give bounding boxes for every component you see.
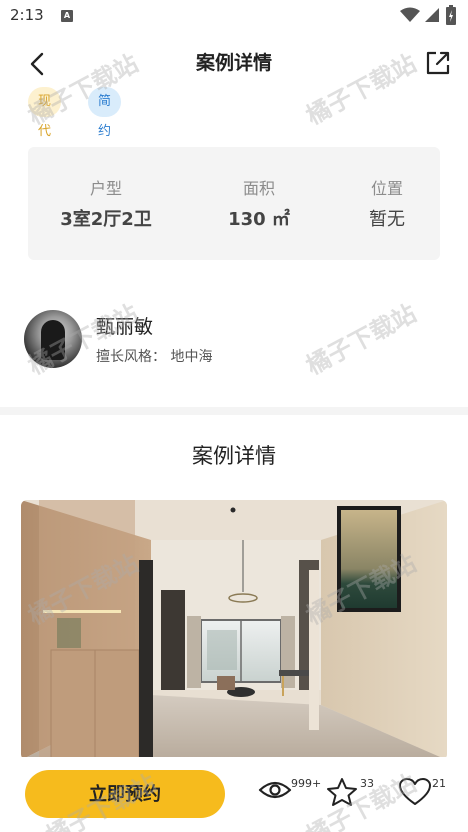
case-image[interactable]	[21, 500, 447, 760]
designer-style: 擅长风格： 地中海	[96, 346, 212, 366]
wifi-icon	[400, 7, 420, 22]
favorites-count: 33	[360, 777, 374, 790]
star-icon[interactable]	[326, 777, 358, 807]
favorites-stat[interactable]: 33	[326, 771, 378, 811]
designer-name: 甄丽敏	[96, 316, 154, 338]
avatar-figure	[41, 320, 65, 360]
likes-count: 21	[432, 777, 446, 790]
area-value: 130 ㎡	[228, 209, 290, 230]
book-now-button[interactable]: 立即预约	[25, 770, 225, 818]
layout-label: 户型	[89, 179, 122, 198]
page-title: 案例详情	[195, 52, 272, 74]
eye-icon	[258, 781, 292, 799]
views-count: 999+	[291, 777, 322, 790]
tag-modern: 现代	[28, 87, 62, 139]
section-title: 案例详情	[192, 444, 276, 468]
designer-style-label: 擅长风格：	[96, 349, 166, 365]
bottom-action-bar: 立即预约 999+ 33 21	[0, 757, 468, 832]
views-stat: 999+	[258, 771, 322, 811]
area-label: 面积	[242, 179, 275, 198]
interior-illustration	[21, 500, 447, 760]
status-time: 2:13	[10, 6, 44, 24]
heart-icon[interactable]	[398, 777, 432, 807]
layout-info: 户型 3室2厅2卫	[28, 147, 184, 260]
section-divider	[0, 407, 468, 415]
share-icon[interactable]	[423, 48, 453, 78]
location-value: 暂无	[369, 209, 405, 230]
location-label: 位置	[370, 179, 403, 198]
battery-icon	[446, 5, 456, 25]
likes-stat[interactable]: 21	[398, 771, 450, 811]
location-info: 位置 暂无	[334, 147, 440, 260]
designer-style-value: 地中海	[170, 349, 213, 365]
avatar[interactable]	[24, 310, 82, 368]
layout-value: 3室2厅2卫	[60, 209, 152, 230]
area-info: 面积 130 ㎡	[184, 147, 334, 260]
notification-icon: A	[61, 10, 73, 22]
designer-card[interactable]: 甄丽敏 擅长风格： 地中海	[24, 306, 444, 370]
tag-simple: 简约	[88, 87, 122, 139]
header: 案例详情	[0, 40, 468, 86]
signal-icon	[425, 8, 439, 22]
status-bar: 2:13 A	[0, 0, 468, 32]
info-card: 户型 3室2厅2卫 面积 130 ㎡ 位置 暂无	[28, 147, 440, 260]
